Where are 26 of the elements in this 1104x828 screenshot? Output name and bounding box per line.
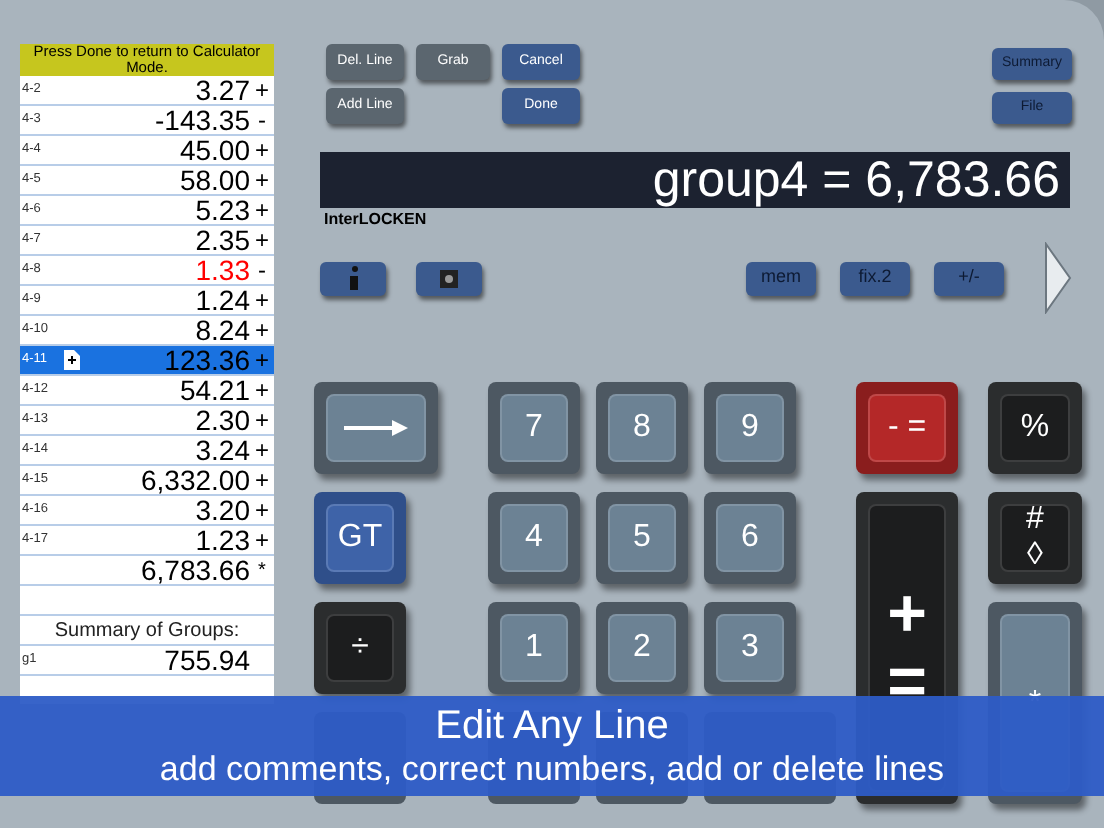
calculator-key[interactable]: 7 [488, 382, 580, 474]
banner-title: Edit Any Line [435, 702, 669, 750]
camera-button[interactable] [416, 261, 482, 295]
calculator-key[interactable]: 6 [704, 492, 796, 584]
brand-label: InterLOCKEN [324, 210, 429, 230]
calculator-key[interactable]: # ◊ [988, 492, 1082, 584]
calculator-key[interactable]: 8 [596, 382, 688, 474]
calculator-key[interactable]: 3 [704, 602, 796, 694]
calculator-key[interactable] [314, 382, 438, 474]
calculator-key[interactable]: 2 [596, 602, 688, 694]
info-icon [347, 266, 359, 290]
arrow-icon [344, 420, 408, 436]
document-icon[interactable] [64, 350, 80, 370]
next-arrow-icon[interactable] [1044, 242, 1072, 314]
info-button[interactable] [320, 261, 386, 295]
calculator-key[interactable]: ÷ [314, 602, 406, 694]
lens-icon [440, 269, 458, 287]
calculator-key[interactable]: - = [856, 382, 958, 474]
calculator-key[interactable]: 4 [488, 492, 580, 584]
calculator-key[interactable]: 1 [488, 602, 580, 694]
calculator-key[interactable]: GT [314, 492, 406, 584]
calculator-key[interactable]: % [988, 382, 1082, 474]
display: group4 = 6,783.66 [320, 152, 1070, 208]
calculator-key[interactable]: 9 [704, 382, 796, 474]
total-row: 6,783.66 * [20, 556, 274, 586]
calculator-key[interactable]: 5 [596, 492, 688, 584]
